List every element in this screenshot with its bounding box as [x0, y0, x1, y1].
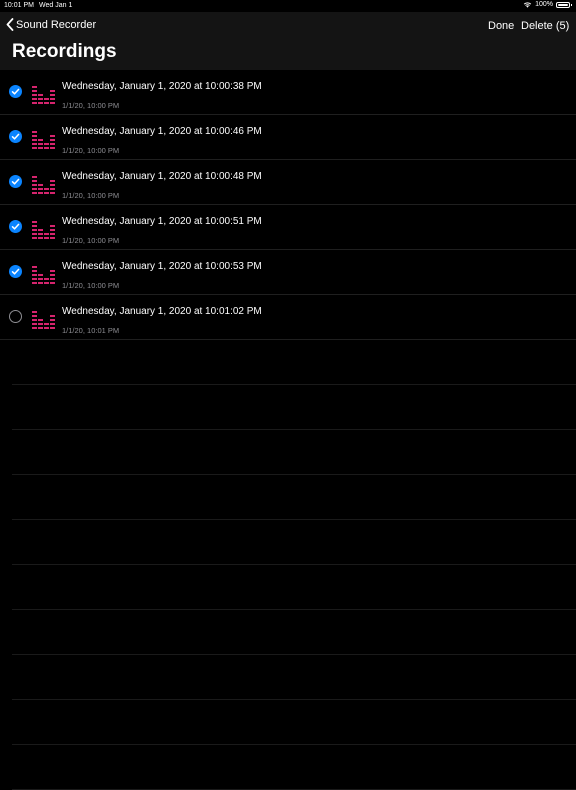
waveform-icon — [32, 311, 55, 329]
recording-date: 1/1/20, 10:00 PM — [62, 101, 120, 110]
status-date: Wed Jan 1 — [39, 2, 73, 9]
empty-row — [12, 475, 576, 520]
chevron-left-icon — [6, 18, 14, 31]
recording-title: Wednesday, January 1, 2020 at 10:01:02 P… — [62, 306, 262, 317]
status-time: 10:01 PM — [4, 2, 34, 9]
checkmark-selected-icon[interactable] — [9, 130, 22, 143]
navigation-bar: Sound Recorder Done Delete (5) Recording… — [0, 12, 576, 70]
recording-date: 1/1/20, 10:01 PM — [62, 326, 120, 335]
waveform-icon — [32, 221, 55, 239]
checkmark-selected-icon[interactable] — [9, 85, 22, 98]
recording-row[interactable]: Wednesday, January 1, 2020 at 10:00:53 P… — [0, 250, 576, 295]
recording-row[interactable]: Wednesday, January 1, 2020 at 10:00:48 P… — [0, 160, 576, 205]
checkmark-unselected-icon[interactable] — [9, 310, 22, 323]
waveform-icon — [32, 131, 55, 149]
recording-row[interactable]: Wednesday, January 1, 2020 at 10:00:51 P… — [0, 205, 576, 250]
recording-title: Wednesday, January 1, 2020 at 10:00:53 P… — [62, 261, 262, 272]
recording-title: Wednesday, January 1, 2020 at 10:00:38 P… — [62, 81, 262, 92]
empty-row — [12, 520, 576, 565]
recording-row[interactable]: Wednesday, January 1, 2020 at 10:01:02 P… — [0, 295, 576, 340]
wifi-icon — [523, 2, 532, 8]
recording-title: Wednesday, January 1, 2020 at 10:00:51 P… — [62, 216, 262, 227]
back-button-label: Sound Recorder — [16, 18, 97, 31]
status-indicators: 100% — [523, 1, 572, 8]
battery-fill — [558, 3, 568, 6]
waveform-icon — [32, 266, 55, 284]
back-button[interactable]: Sound Recorder — [6, 18, 96, 31]
empty-row — [12, 385, 576, 430]
empty-row — [12, 700, 576, 745]
recording-row[interactable]: Wednesday, January 1, 2020 at 10:00:38 P… — [0, 70, 576, 115]
recording-date: 1/1/20, 10:00 PM — [62, 146, 120, 155]
status-bar: 10:01 PM Wed Jan 1 100% — [0, 0, 576, 12]
waveform-icon — [32, 176, 55, 194]
recording-date: 1/1/20, 10:00 PM — [62, 281, 120, 290]
battery-icon — [556, 1, 572, 8]
checkmark-selected-icon[interactable] — [9, 265, 22, 278]
empty-row — [12, 340, 576, 385]
empty-row — [12, 430, 576, 475]
recordings-list: Wednesday, January 1, 2020 at 10:00:38 P… — [0, 70, 576, 790]
checkmark-selected-icon[interactable] — [9, 175, 22, 188]
delete-button[interactable]: Delete (5) — [521, 20, 569, 32]
recording-date: 1/1/20, 10:00 PM — [62, 191, 120, 200]
recording-title: Wednesday, January 1, 2020 at 10:00:46 P… — [62, 126, 262, 137]
waveform-icon — [32, 86, 55, 104]
empty-row — [12, 655, 576, 700]
battery-percent: 100% — [535, 1, 553, 8]
empty-row — [12, 610, 576, 655]
checkmark-selected-icon[interactable] — [9, 220, 22, 233]
recording-row[interactable]: Wednesday, January 1, 2020 at 10:00:46 P… — [0, 115, 576, 160]
page-title: Recordings — [12, 41, 117, 62]
recording-date: 1/1/20, 10:00 PM — [62, 236, 120, 245]
empty-row — [12, 565, 576, 610]
done-button[interactable]: Done — [488, 20, 514, 32]
recording-title: Wednesday, January 1, 2020 at 10:00:48 P… — [62, 171, 262, 182]
